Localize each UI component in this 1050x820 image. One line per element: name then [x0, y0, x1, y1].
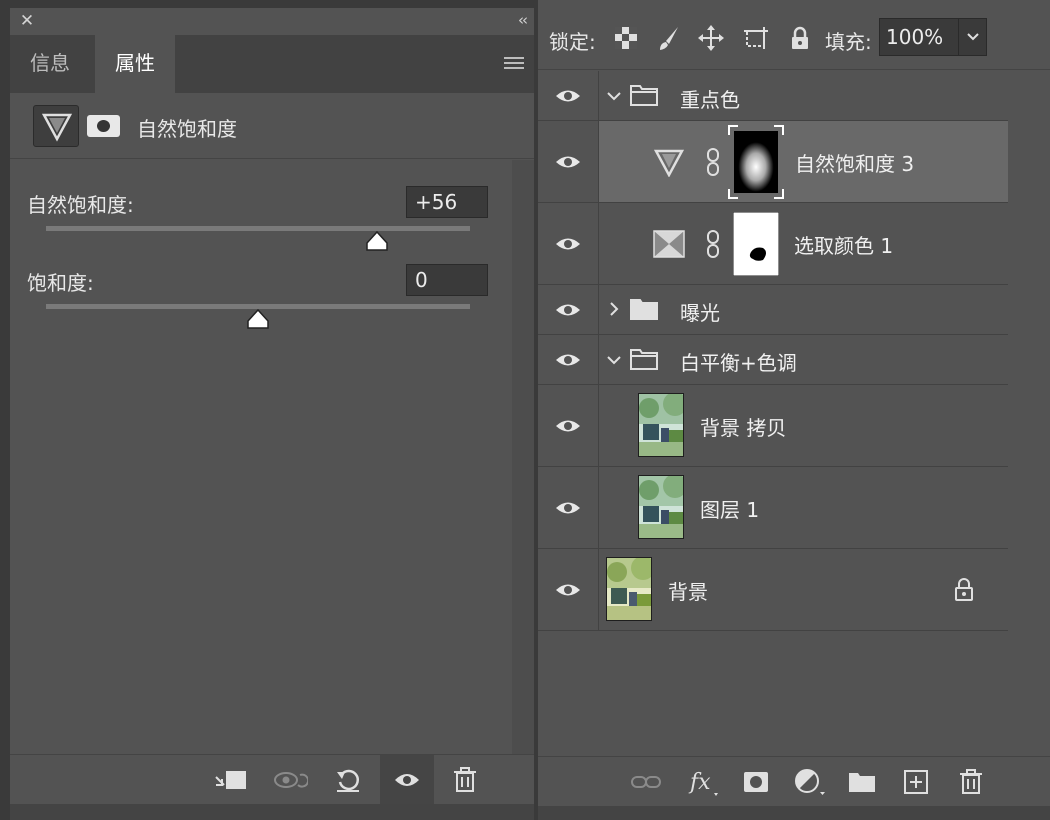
properties-header: 自然饱和度 — [10, 93, 534, 159]
reset-icon[interactable] — [328, 755, 368, 805]
chevron-down-icon[interactable] — [606, 351, 622, 370]
layer-row-background[interactable]: 背景 — [538, 549, 1008, 631]
layer-row-background-copy[interactable]: 背景 拷贝 — [538, 385, 1008, 467]
folder-icon — [630, 83, 658, 111]
eye-icon[interactable] — [538, 71, 599, 120]
eye-icon[interactable] — [538, 121, 599, 202]
layer-row-group-white-balance[interactable]: 白平衡+色调 — [538, 335, 1008, 385]
layer-name: 图层 1 — [700, 498, 760, 522]
layer-thumbnail[interactable] — [638, 475, 684, 539]
delete-icon[interactable] — [445, 755, 485, 805]
vibrance-label: 自然饱和度: — [27, 193, 134, 217]
saturation-slider-thumb[interactable] — [247, 308, 269, 329]
vibrance-slider-thumb[interactable] — [365, 230, 388, 251]
saturation-value-field[interactable]: 0 — [406, 264, 488, 296]
adjustment-title: 自然饱和度 — [137, 117, 237, 141]
vibrance-adjustment-icon — [653, 147, 685, 181]
eye-icon[interactable] — [538, 467, 599, 548]
lock-icon — [954, 578, 974, 606]
layer-name: 选取颜色 1 — [794, 234, 894, 258]
tab-info[interactable]: 信息 — [10, 35, 90, 93]
link-icon[interactable] — [706, 148, 720, 180]
layer-row-group-exposure[interactable]: 曝光 — [538, 285, 1008, 335]
link-icon[interactable] — [706, 230, 720, 262]
lock-image-pixels-icon[interactable] — [656, 25, 682, 51]
new-group-icon[interactable] — [845, 765, 879, 799]
lock-label: 锁定: — [549, 30, 596, 54]
scrollbar[interactable] — [512, 160, 534, 754]
lock-all-icon[interactable] — [787, 25, 813, 51]
delete-layer-icon[interactable] — [954, 765, 988, 799]
properties-bottom-toolbar — [10, 754, 534, 805]
layer-thumbnail[interactable] — [638, 393, 684, 457]
layer-row-selective-color[interactable]: 选取颜色 1 — [538, 203, 1008, 285]
close-icon[interactable]: ✕ — [18, 12, 36, 30]
vibrance-slider-track[interactable] — [46, 226, 470, 231]
resize-grip[interactable] — [538, 806, 1050, 820]
lock-bar: 锁定: 填充: 100% — [538, 8, 1050, 70]
layer-thumbnail[interactable] — [606, 557, 652, 621]
resize-grip[interactable] — [10, 804, 534, 820]
lock-position-icon[interactable] — [698, 25, 724, 51]
fill-label: 填充: — [825, 30, 872, 54]
add-mask-icon[interactable] — [739, 765, 773, 799]
eye-icon[interactable] — [538, 385, 599, 466]
clip-to-layer-icon[interactable] — [210, 755, 250, 805]
layers-panel: 锁定: 填充: 100% 重点色 自然饱和度 3 选取颜色 1 曝光 白平衡+色… — [538, 0, 1050, 820]
collapse-icon[interactable]: ‹‹ — [518, 11, 528, 29]
chevron-down-icon[interactable] — [606, 87, 622, 106]
fill-value: 100% — [886, 25, 944, 49]
layer-name: 背景 — [668, 580, 708, 604]
panel-topbar: ✕ ‹‹ — [10, 8, 534, 35]
view-previous-state-icon[interactable] — [270, 755, 310, 805]
layer-name: 曝光 — [680, 301, 720, 325]
chevron-down-icon[interactable] — [958, 19, 986, 55]
layers-bottom-toolbar: fx — [538, 756, 1050, 806]
vibrance-value-field[interactable]: +56 — [406, 186, 488, 218]
eye-icon[interactable] — [538, 285, 599, 334]
selective-color-adjustment-icon — [653, 230, 685, 262]
mask-icon[interactable] — [87, 115, 120, 137]
layer-name: 白平衡+色调 — [680, 351, 797, 375]
lock-transparent-pixels-icon[interactable] — [613, 25, 639, 51]
layer-row-vibrance[interactable]: 自然饱和度 3 — [538, 121, 1008, 203]
chevron-right-icon[interactable] — [608, 301, 620, 321]
fx-icon[interactable]: fx — [686, 765, 720, 799]
folder-icon — [630, 347, 658, 375]
properties-content: 自然饱和度: +56 饱和度: 0 — [10, 160, 534, 754]
eye-icon[interactable] — [538, 549, 599, 630]
layer-name: 重点色 — [680, 88, 740, 112]
tab-bar: 信息 属性 — [10, 35, 534, 93]
eye-icon[interactable] — [538, 335, 599, 384]
layer-row-group-accent[interactable]: 重点色 — [538, 71, 1008, 121]
folder-icon — [630, 297, 658, 325]
vibrance-adjustment-icon[interactable] — [33, 105, 79, 147]
lock-artboard-icon[interactable] — [742, 25, 768, 51]
svg-text:fx: fx — [688, 770, 711, 795]
tab-properties[interactable]: 属性 — [95, 35, 175, 93]
layer-mask-thumbnail[interactable] — [728, 125, 784, 199]
properties-panel: ✕ ‹‹ 信息 属性 自然饱和度 自然饱和度: +56 饱和度: 0 — [10, 8, 534, 820]
layer-name: 背景 拷贝 — [700, 416, 787, 440]
toggle-visibility-icon[interactable] — [380, 755, 434, 805]
eye-icon[interactable] — [538, 203, 599, 284]
layer-row-layer-1[interactable]: 图层 1 — [538, 467, 1008, 549]
new-adjustment-layer-icon[interactable] — [793, 765, 827, 799]
link-layers-icon[interactable] — [629, 765, 663, 799]
new-layer-icon[interactable] — [899, 765, 933, 799]
saturation-label: 饱和度: — [27, 271, 94, 295]
fill-input[interactable]: 100% — [879, 18, 987, 56]
layer-name: 自然饱和度 3 — [795, 152, 915, 176]
layer-mask-thumbnail[interactable] — [732, 211, 780, 277]
panel-menu-icon[interactable] — [504, 57, 524, 71]
